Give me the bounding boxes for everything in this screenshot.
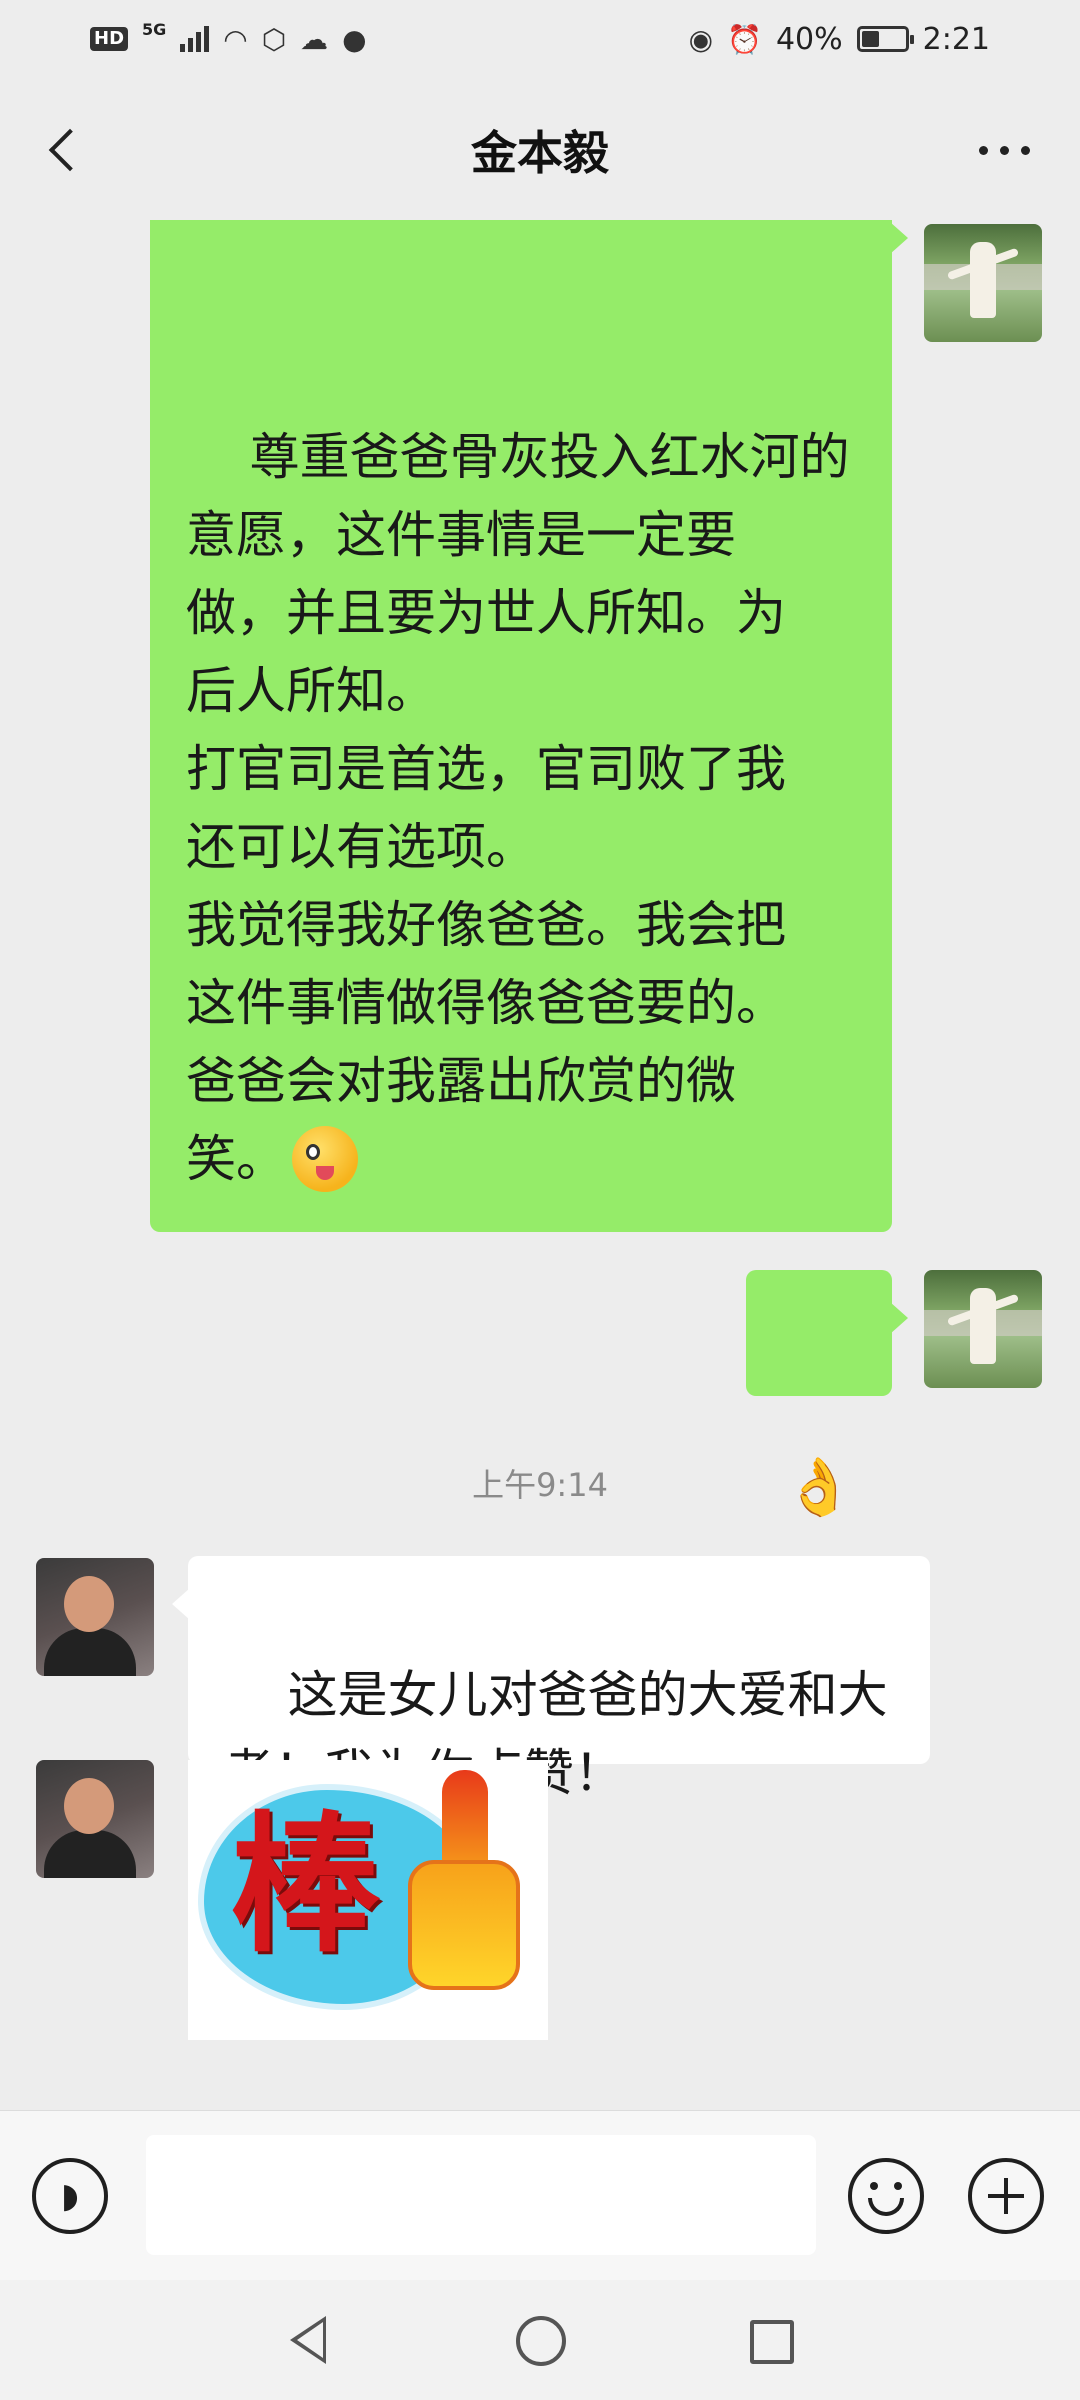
signal-icon: [180, 26, 210, 52]
thumbs-up-icon: [400, 1770, 530, 2010]
contact-avatar[interactable]: [36, 1558, 154, 1676]
wifi-icon: ◠: [223, 22, 248, 56]
contact-avatar[interactable]: [36, 1760, 154, 1878]
emoji-button[interactable]: [848, 2158, 924, 2234]
emoji-icon: [870, 2182, 902, 2190]
clock: 2:21: [922, 21, 990, 57]
more-dots-icon: [978, 145, 988, 155]
status-bar: HD 5G ◠ ⬡ ☁ ● ◉ ⏰ 40% 2:21: [0, 0, 1080, 78]
eye-icon: ◉: [688, 22, 714, 56]
battery-percent: 40%: [775, 21, 843, 57]
message-timestamp: 上午9:14: [472, 1466, 608, 1504]
system-nav-bar: [0, 2280, 1080, 2400]
battery-icon: [856, 26, 914, 52]
network-type: 5G: [142, 19, 167, 39]
message-input[interactable]: [146, 2135, 816, 2255]
alarm-icon: ⏰: [727, 22, 762, 56]
wink-tongue-emoji: [292, 1125, 358, 1192]
app-icon: ⬡: [261, 22, 287, 56]
nav-home-button[interactable]: [506, 2306, 576, 2376]
cloud-icon: ☁: [300, 22, 329, 56]
nav-back-button[interactable]: [276, 2306, 346, 2376]
nav-recents-button[interactable]: [736, 2306, 806, 2376]
message-list[interactable]: 尊重爸爸骨灰投入红水河的 意愿，这件事情是一定要 做，并且要为世人所知。为 后人…: [0, 220, 1080, 2110]
sticker-text: 棒: [230, 1797, 381, 1973]
self-avatar[interactable]: [924, 224, 1042, 342]
more-button[interactable]: [964, 132, 1044, 168]
message-icon: ●: [342, 22, 367, 56]
self-avatar[interactable]: [924, 1270, 1042, 1388]
status-bar-right: ◉ ⏰ 40% 2:21: [689, 22, 990, 57]
input-bar: ◗: [0, 2110, 1080, 2281]
message-bubble-self[interactable]: 尊重爸爸骨灰投入红水河的 意愿，这件事情是一定要 做，并且要为世人所知。为 后人…: [150, 220, 908, 1232]
nav-home-icon: [516, 2316, 566, 2366]
message-text: 尊重爸爸骨灰投入红水河的 意愿，这件事情是一定要 做，并且要为世人所知。为 后人…: [186, 428, 850, 1188]
chevron-left-icon: [48, 128, 92, 172]
message-bubble-other[interactable]: 这是女儿对爸爸的大爱和大 孝！我为你点赞！: [172, 1556, 930, 1802]
hd-icon: HD: [90, 27, 129, 51]
voice-icon: ◗: [61, 2176, 79, 2216]
more-actions-button[interactable]: [968, 2158, 1044, 2234]
message-bubble-self[interactable]: 👌: [746, 1270, 908, 1516]
status-bar-left: HD 5G ◠ ⬡ ☁ ●: [90, 19, 367, 56]
back-button[interactable]: [36, 122, 92, 178]
chat-header: 金本毅: [0, 80, 1080, 220]
nav-back-icon: [290, 2316, 326, 2364]
battery-level: [861, 31, 879, 47]
chat-title: 金本毅: [471, 126, 609, 180]
voice-button[interactable]: ◗: [32, 2158, 108, 2234]
sticker-message[interactable]: 棒: [188, 1760, 548, 2040]
nav-recents-icon: [750, 2320, 794, 2364]
